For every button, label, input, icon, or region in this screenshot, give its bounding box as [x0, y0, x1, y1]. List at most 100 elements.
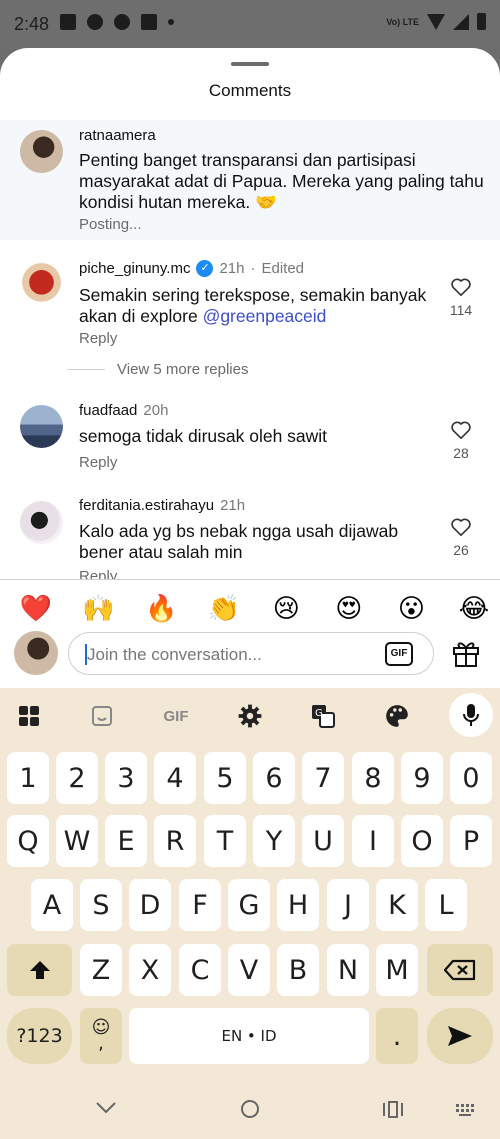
comment-username[interactable]: fuadfaad 20h: [79, 402, 168, 419]
comment-username[interactable]: ferditania.estirahayu 21h: [79, 497, 245, 514]
key-f[interactable]: F: [179, 879, 221, 931]
key-t[interactable]: T: [204, 815, 246, 867]
emoji-laughing[interactable]: 😂: [456, 588, 492, 628]
username-label[interactable]: fuadfaad: [79, 402, 137, 419]
key-q[interactable]: Q: [7, 815, 49, 867]
emoji-surprised[interactable]: 😮: [393, 588, 429, 628]
reply-button[interactable]: Reply: [79, 568, 117, 579]
like-button[interactable]: 26: [446, 517, 476, 558]
posting-status: Posting...: [79, 216, 142, 233]
comment-time: 21h: [220, 497, 246, 514]
emoji-heart[interactable]: ❤️: [18, 588, 54, 628]
emoji-clap[interactable]: 👏: [206, 588, 242, 628]
comment-username[interactable]: ratnaamera: [79, 127, 156, 144]
emoji-heart-eyes[interactable]: 😍: [331, 588, 367, 628]
like-button[interactable]: 28: [446, 420, 476, 461]
emoji-raised-hands[interactable]: 🙌: [81, 588, 117, 628]
mention-link[interactable]: @greenpeaceid: [203, 306, 327, 326]
key-a[interactable]: A: [31, 879, 73, 931]
key-w[interactable]: W: [56, 815, 98, 867]
comment-input-placeholder[interactable]: Join the conversation...: [87, 645, 262, 665]
avatar[interactable]: [20, 405, 63, 448]
send-arrow-icon: [448, 1026, 472, 1046]
key-s[interactable]: S: [80, 879, 122, 931]
comment-time: 21h: [219, 260, 245, 277]
backspace-key[interactable]: [427, 944, 493, 996]
key-y[interactable]: Y: [253, 815, 295, 867]
sticker-icon[interactable]: [88, 702, 116, 730]
send-key[interactable]: [427, 1008, 493, 1064]
comment-input[interactable]: Join the conversation... GIF: [68, 632, 434, 675]
key-n[interactable]: N: [327, 944, 369, 996]
gift-icon[interactable]: [451, 638, 481, 668]
symbols-key[interactable]: ?123: [7, 1008, 72, 1064]
key-e[interactable]: E: [105, 815, 147, 867]
microphone-icon[interactable]: [449, 693, 493, 737]
comment-text: semoga tidak dirusak oleh sawit: [79, 426, 328, 446]
username-label[interactable]: ratnaamera: [79, 127, 156, 144]
key-k[interactable]: K: [376, 879, 418, 931]
key-g[interactable]: G: [228, 879, 270, 931]
reply-button[interactable]: Reply: [79, 330, 117, 347]
key-5[interactable]: 5: [204, 752, 246, 804]
quick-emoji-row: ❤️ 🙌 🔥 👏 😢 😍 😮 😂: [18, 588, 492, 628]
key-r[interactable]: R: [154, 815, 196, 867]
key-l[interactable]: L: [425, 879, 467, 931]
emoji-comma-key[interactable]: ☺ ,: [80, 1008, 122, 1064]
palette-icon[interactable]: [383, 702, 411, 730]
comment-text: Kalo ada yg bs nebak ngga usah dijawab b…: [79, 521, 399, 562]
username-label[interactable]: piche_ginuny.mc: [79, 260, 190, 277]
key-p[interactable]: P: [450, 815, 492, 867]
key-b[interactable]: B: [277, 944, 319, 996]
like-button[interactable]: 114: [446, 277, 476, 318]
space-bar[interactable]: EN • ID: [129, 1008, 369, 1064]
key-c[interactable]: C: [179, 944, 221, 996]
key-m[interactable]: M: [376, 944, 418, 996]
drag-handle[interactable]: [231, 62, 269, 66]
key-0[interactable]: 0: [450, 752, 492, 804]
key-d[interactable]: D: [129, 879, 171, 931]
username-label[interactable]: ferditania.estirahayu: [79, 497, 214, 514]
avatar[interactable]: [20, 501, 63, 544]
reply-button[interactable]: Reply: [79, 454, 117, 471]
shift-key[interactable]: [7, 944, 72, 996]
key-o[interactable]: O: [401, 815, 443, 867]
key-4[interactable]: 4: [154, 752, 196, 804]
key-x[interactable]: X: [129, 944, 171, 996]
avatar[interactable]: [20, 130, 63, 173]
sheet-title: Comments: [208, 81, 292, 100]
key-3[interactable]: 3: [105, 752, 147, 804]
keyboard: GIF G 1 2 3 4 5 6 7 8 9 0 Q W E R T Y U …: [0, 688, 500, 1079]
key-1[interactable]: 1: [7, 752, 49, 804]
home-circle-icon[interactable]: [240, 1099, 260, 1119]
key-8[interactable]: 8: [352, 752, 394, 804]
apps-grid-icon[interactable]: [15, 702, 43, 730]
key-7[interactable]: 7: [302, 752, 344, 804]
key-z[interactable]: Z: [80, 944, 122, 996]
key-u[interactable]: U: [302, 815, 344, 867]
translate-icon[interactable]: G: [309, 702, 337, 730]
shift-arrow-icon: [29, 961, 50, 979]
hide-keyboard-chevron-icon[interactable]: [95, 1101, 117, 1115]
avatar[interactable]: [20, 263, 63, 306]
recents-icon[interactable]: [382, 1101, 404, 1118]
period-key[interactable]: .: [376, 1008, 418, 1064]
view-more-replies[interactable]: View 5 more replies: [67, 361, 248, 378]
keyboard-gif-button[interactable]: GIF: [160, 702, 192, 730]
emoji-fire[interactable]: 🔥: [143, 588, 179, 628]
key-i[interactable]: I: [352, 815, 394, 867]
view-more-label[interactable]: View 5 more replies: [117, 361, 248, 378]
key-2[interactable]: 2: [56, 752, 98, 804]
emoji-crying[interactable]: 😢: [268, 588, 304, 628]
key-6[interactable]: 6: [253, 752, 295, 804]
gif-button[interactable]: GIF: [385, 642, 413, 666]
key-j[interactable]: J: [327, 879, 369, 931]
system-icons: Vo) LTE: [386, 13, 486, 30]
keyboard-switch-icon[interactable]: [455, 1103, 477, 1117]
key-h[interactable]: H: [277, 879, 319, 931]
key-9[interactable]: 9: [401, 752, 443, 804]
comment-username[interactable]: piche_ginuny.mc ✓ 21h · Edited: [79, 260, 304, 277]
key-v[interactable]: V: [228, 944, 270, 996]
comment-item: piche_ginuny.mc ✓ 21h · Edited Semakin s…: [0, 253, 500, 413]
settings-gear-icon[interactable]: [236, 702, 264, 730]
